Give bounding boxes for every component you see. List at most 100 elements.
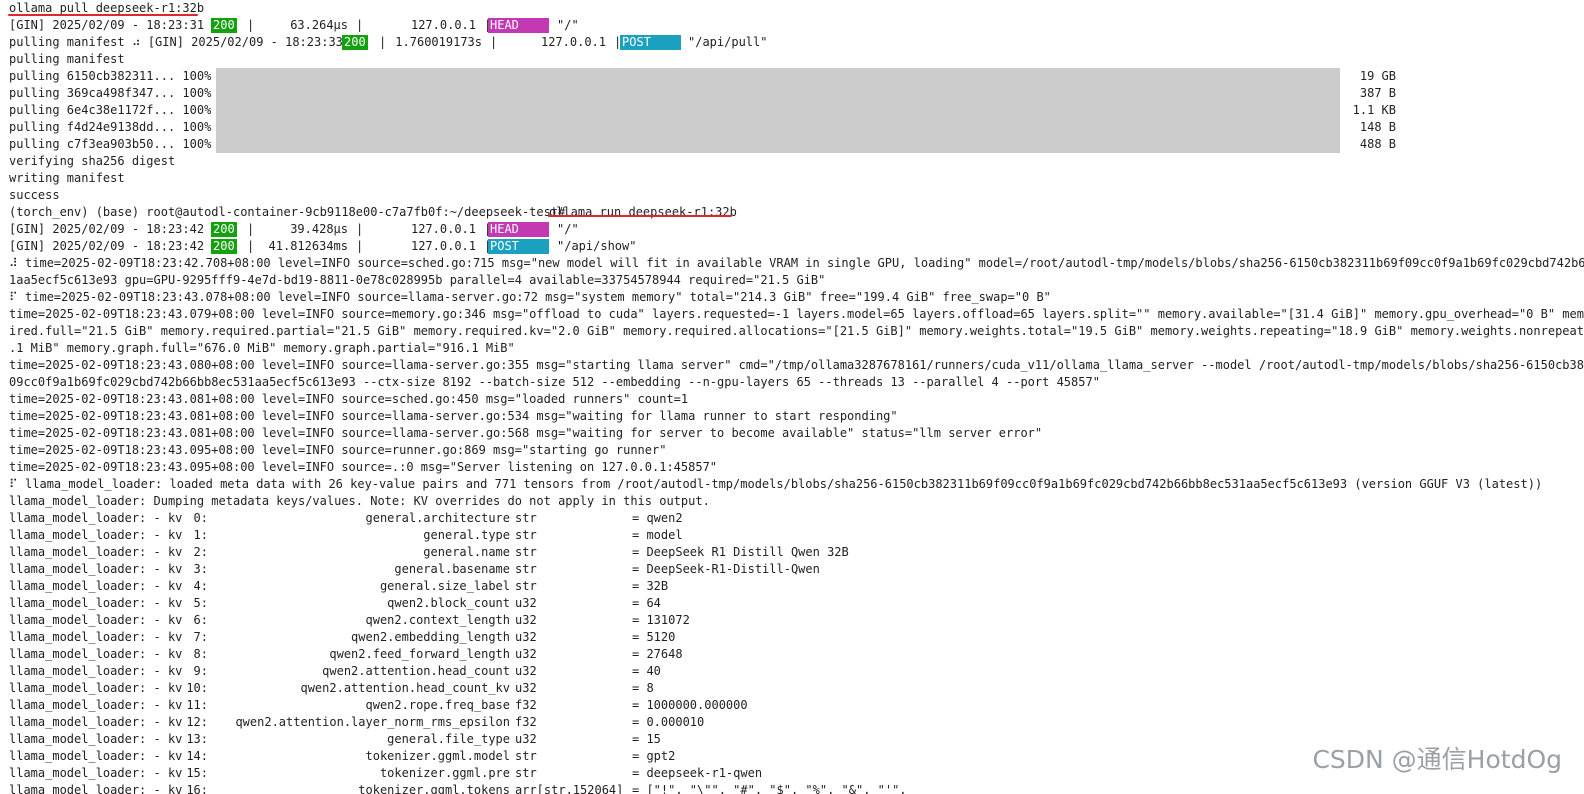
kv-index: 10: — [186, 681, 208, 695]
kv-row: llama_model_loader: - kv 15: tokenizer.g… — [0, 765, 762, 782]
request-path: "/" — [557, 222, 579, 236]
progress-bar — [216, 85, 1340, 102]
separator: | — [490, 35, 498, 49]
kv-value: = deepseek-r1-qwen — [632, 766, 763, 780]
kv-row: llama_model_loader: - kv 1: general.type… — [0, 527, 683, 544]
kv-index: 0: — [193, 511, 208, 525]
method-badge-head: HEAD — [488, 222, 549, 237]
gin-log-line: pulling manifest ⠴ [GIN] 2025/02/09 - 18… — [0, 34, 767, 51]
kv-index: 8: — [193, 647, 208, 661]
kv-index: 3: — [193, 562, 208, 576]
terminal-output[interactable]: ollama pull deepseek-r1:32b [GIN] 2025/0… — [0, 0, 1584, 794]
kv-index: 6: — [193, 613, 208, 627]
log-text: ⠼ time=2025-02-09T18:23:42.708+08:00 lev… — [9, 256, 1584, 270]
separator: | — [356, 222, 364, 236]
log-text: ired.full="21.5 GiB" memory.required.par… — [9, 324, 1584, 338]
pull-progress-line: pulling c7f3ea903b50... 100% 488 B — [0, 136, 1584, 153]
status-badge-200: 200 — [211, 239, 237, 254]
progress-bar — [216, 102, 1340, 119]
output-line: writing manifest — [0, 170, 125, 187]
kv-index: 14: — [186, 749, 208, 763]
separator: | — [247, 18, 255, 32]
log-text: ⠏ time=2025-02-09T18:23:43.078+08:00 lev… — [9, 290, 1051, 304]
kv-row: llama_model_loader: - kv 10: qwen2.atten… — [0, 680, 654, 697]
pull-size: 387 B — [1359, 86, 1396, 100]
kv-type: u32 — [515, 596, 537, 610]
kv-prefix: llama_model_loader: - kv — [9, 528, 183, 542]
kv-value: = qwen2 — [632, 511, 683, 525]
pull-size: 488 B — [1359, 137, 1396, 151]
kv-key: qwen2.rope.freq_base — [365, 698, 511, 712]
progress-bar — [216, 68, 1340, 85]
kv-key: tokenizer.ggml.tokens — [358, 783, 510, 794]
kv-row: llama_model_loader: - kv 16: tokenizer.g… — [0, 782, 907, 794]
pull-label: pulling c7f3ea903b50... 100% — [9, 137, 212, 151]
status-badge-200: 200 — [342, 35, 368, 50]
kv-key: qwen2.attention.layer_norm_rms_epsilon — [235, 715, 510, 729]
kv-index: 1: — [193, 528, 208, 542]
kv-type: u32 — [515, 664, 537, 678]
gin-prefix: pulling manifest ⠴ [GIN] 2025/02/09 - 18… — [9, 35, 358, 49]
kv-row: llama_model_loader: - kv 6: qwen2.contex… — [0, 612, 690, 629]
kv-index: 7: — [193, 630, 208, 644]
kv-index: 12: — [186, 715, 208, 729]
kv-value: = 1000000.000000 — [632, 698, 748, 712]
kv-row: llama_model_loader: - kv 9: qwen2.attent… — [0, 663, 661, 680]
red-underline-annotation — [8, 14, 198, 16]
log-text: 09cc0f9a1b69fc029cbd742b66bb8ec531aa5ecf… — [9, 375, 1100, 389]
kv-index: 2: — [193, 545, 208, 559]
pull-size: 148 B — [1359, 120, 1396, 134]
kv-row: llama_model_loader: - kv 12: qwen2.atten… — [0, 714, 704, 731]
progress-bar — [216, 119, 1340, 136]
kv-index: 5: — [193, 596, 208, 610]
kv-row: llama_model_loader: - kv 13: general.fil… — [0, 731, 661, 748]
watermark: CSDN @通信HotdOg — [1312, 745, 1562, 774]
output-text: pulling manifest — [9, 52, 125, 66]
kv-key: qwen2.embedding_length — [351, 630, 510, 644]
kv-row: llama_model_loader: - kv 0: general.arch… — [0, 510, 683, 527]
pull-size: 1.1 KB — [1352, 103, 1396, 117]
pull-progress-line: pulling 6e4c38e1172f... 100% 1.1 KB — [0, 102, 1584, 119]
shell-prompt: (torch_env) (base) root@autodl-container… — [9, 205, 566, 219]
gin-log-line: [GIN] 2025/02/09 - 18:23:31 | 200 | 63.2… — [0, 17, 579, 34]
kv-value: = 27648 — [632, 647, 683, 661]
kv-index: 13: — [186, 732, 208, 746]
kv-prefix: llama_model_loader: - kv — [9, 698, 183, 712]
latency: 41.812634ms — [268, 239, 348, 253]
kv-prefix: llama_model_loader: - kv — [9, 630, 183, 644]
log-text: time=2025-02-09T18:23:43.080+08:00 level… — [9, 358, 1584, 372]
separator: | — [247, 239, 255, 253]
kv-row: llama_model_loader: - kv 14: tokenizer.g… — [0, 748, 675, 765]
kv-index: 9: — [193, 664, 208, 678]
pull-progress-line: pulling 369ca498f347... 100% 387 B — [0, 85, 1584, 102]
kv-type: u32 — [515, 613, 537, 627]
separator: | — [356, 18, 364, 32]
status-badge-200: 200 — [211, 222, 237, 237]
pull-size: 19 GB — [1359, 69, 1396, 83]
latency: 1.760019173s — [395, 35, 482, 49]
gin-prefix: [GIN] 2025/02/09 - 18:23:42 | — [9, 222, 219, 236]
kv-value: = model — [632, 528, 683, 542]
kv-type: f32 — [515, 715, 537, 729]
client-ip: 127.0.0.1 — [540, 35, 606, 49]
log-text: 1aa5ecf5c613e93 gpu=GPU-9295fff9-4e7d-bd… — [9, 273, 826, 287]
kv-prefix: llama_model_loader: - kv — [9, 783, 183, 794]
pull-label: pulling 369ca498f347... 100% — [9, 86, 212, 100]
gin-prefix: [GIN] 2025/02/09 - 18:23:31 | — [9, 18, 219, 32]
kv-value: = 131072 — [632, 613, 690, 627]
kv-type: str — [515, 545, 537, 559]
latency: 63.264µs — [290, 18, 348, 32]
kv-index: 16: — [186, 783, 208, 794]
kv-index: 11: — [186, 698, 208, 712]
kv-prefix: llama_model_loader: - kv — [9, 579, 183, 593]
kv-prefix: llama_model_loader: - kv — [9, 596, 183, 610]
request-path: "/" — [557, 18, 579, 32]
gin-log-line: [GIN] 2025/02/09 - 18:23:42 | 200 | 41.8… — [0, 238, 636, 255]
kv-prefix: llama_model_loader: - kv — [9, 545, 183, 559]
kv-prefix: llama_model_loader: - kv — [9, 647, 183, 661]
client-ip: 127.0.0.1 — [410, 222, 476, 236]
kv-type: f32 — [515, 698, 537, 712]
kv-prefix: llama_model_loader: - kv — [9, 749, 183, 763]
kv-type: str — [515, 562, 537, 576]
output-line: success — [0, 187, 60, 204]
